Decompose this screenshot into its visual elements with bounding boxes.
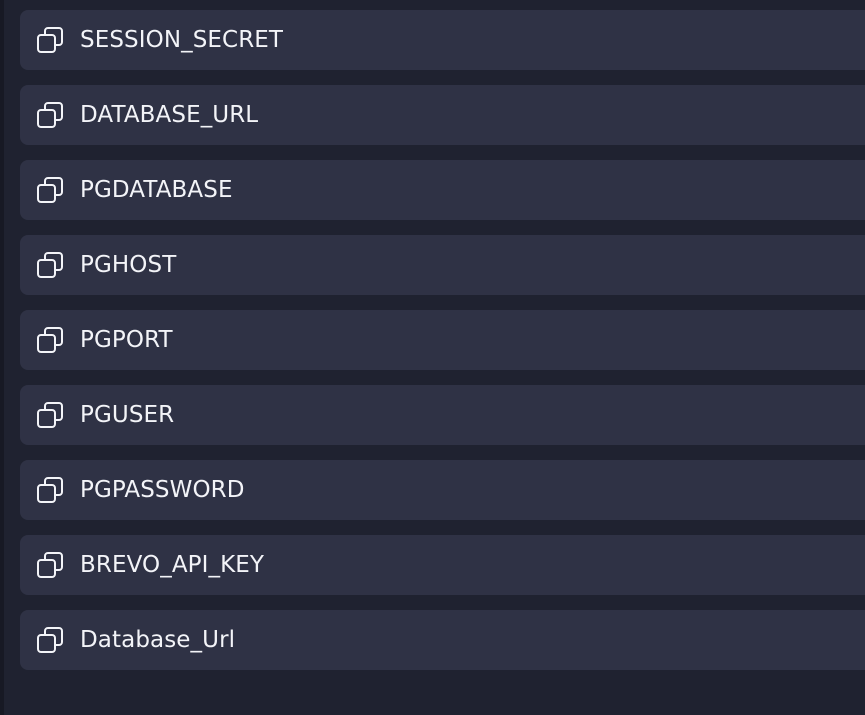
secret-row-brevo-api-key[interactable]: BREVO_API_KEY: [20, 535, 865, 595]
copy-icon[interactable]: [36, 401, 64, 429]
secret-row-pgport[interactable]: PGPORT: [20, 310, 865, 370]
secrets-list: SESSION_SECRET DATABASE_URL PGDATABASE P…: [20, 10, 865, 685]
secret-row-database-url-lowercase[interactable]: Database_Url: [20, 610, 865, 670]
secret-key-label: DATABASE_URL: [80, 102, 259, 128]
copy-icon[interactable]: [36, 626, 64, 654]
left-panel-edge: [0, 0, 4, 715]
copy-icon[interactable]: [36, 101, 64, 129]
copy-icon[interactable]: [36, 326, 64, 354]
secret-key-label: PGPASSWORD: [80, 477, 245, 503]
secret-key-label: Database_Url: [80, 627, 236, 653]
copy-icon[interactable]: [36, 176, 64, 204]
secret-key-label: PGPORT: [80, 327, 173, 353]
secret-row-database-url[interactable]: DATABASE_URL: [20, 85, 865, 145]
copy-icon[interactable]: [36, 26, 64, 54]
copy-icon[interactable]: [36, 476, 64, 504]
secret-row-session-secret[interactable]: SESSION_SECRET: [20, 10, 865, 70]
secret-row-pghost[interactable]: PGHOST: [20, 235, 865, 295]
copy-icon[interactable]: [36, 251, 64, 279]
secret-key-label: BREVO_API_KEY: [80, 552, 265, 578]
secret-key-label: PGUSER: [80, 402, 175, 428]
secret-key-label: PGHOST: [80, 252, 177, 278]
secret-row-pgpassword[interactable]: PGPASSWORD: [20, 460, 865, 520]
secret-row-pgdatabase[interactable]: PGDATABASE: [20, 160, 865, 220]
secret-key-label: SESSION_SECRET: [80, 27, 284, 53]
secret-key-label: PGDATABASE: [80, 177, 233, 203]
secret-row-pguser[interactable]: PGUSER: [20, 385, 865, 445]
copy-icon[interactable]: [36, 551, 64, 579]
